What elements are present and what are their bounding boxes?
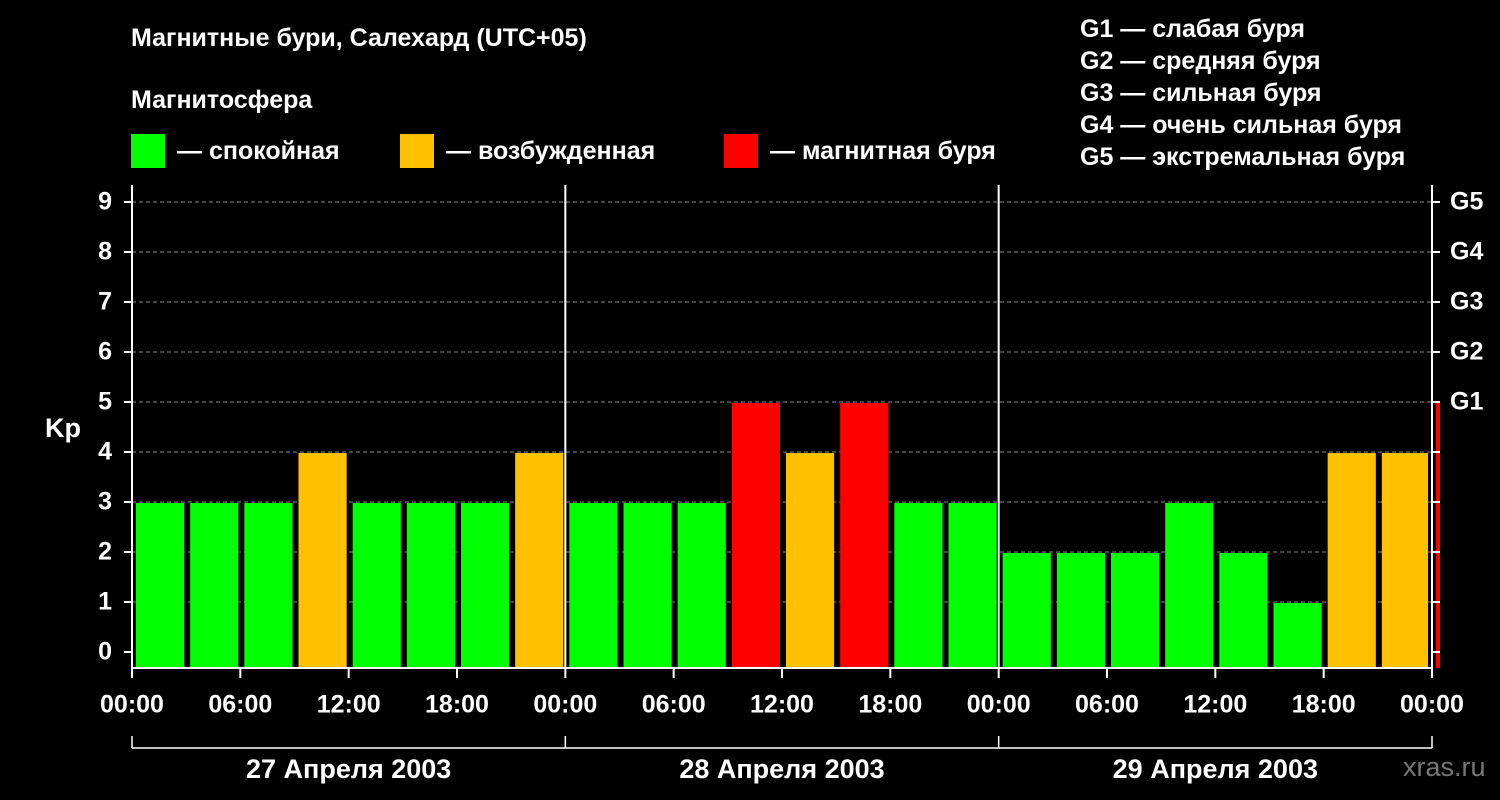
kp-bar [515,453,564,668]
kp-bar [1165,503,1214,668]
x-tick-label: 06:00 [208,691,272,719]
kp-bar [840,403,889,668]
day-label: 28 Апреля 2003 [679,754,884,784]
kp-bar [1436,403,1440,668]
watermark: xras.ru [1403,752,1486,782]
kp-bar [1219,553,1268,668]
y-tick-label: 5 [98,388,112,416]
kp-bar [786,453,835,668]
x-tick-label: 06:00 [642,691,706,719]
y-tick-label: 8 [98,238,112,266]
x-tick-label: 12:00 [1183,691,1247,719]
x-tick-label: 12:00 [750,691,814,719]
x-tick-label: 00:00 [967,691,1031,719]
y-axis-label: Kp [45,413,81,443]
kp-bar [569,503,618,668]
kp-bar [1111,553,1160,668]
g-scale-label: G2 [1450,338,1483,366]
y-tick-label: 0 [98,638,112,666]
y-tick-label: 3 [98,488,112,516]
kp-bar [1381,453,1428,668]
kp-bar [948,503,997,668]
x-tick-label: 18:00 [1292,691,1356,719]
kp-bar [352,503,401,668]
kp-bar [298,453,347,668]
kp-bar [731,403,780,668]
day-label: 29 Апреля 2003 [1113,754,1318,784]
y-tick-label: 1 [98,588,112,616]
g-scale-label: G5 [1450,188,1483,216]
kp-bar [894,503,943,668]
x-tick-label: 18:00 [425,691,489,719]
y-tick-label: 2 [98,538,112,566]
y-tick-label: 9 [98,188,112,216]
kp-bar [1056,553,1105,668]
kp-bar [406,503,455,668]
x-tick-label: 18:00 [858,691,922,719]
kp-bar [136,503,185,668]
kp-chart: 0 1 2 3 4 5 6 7 8 9 G1 G2 G3 G4 G5 Kp 00:00 06:00 12:00 18:… [45,185,1483,784]
kp-bar [677,503,726,668]
kp-bar [623,503,672,668]
kp-bar [1273,603,1322,668]
kp-bar [244,503,293,668]
g-scale-label: G4 [1450,238,1483,266]
y-tick-label: 6 [98,338,112,366]
y-tick-label: 7 [98,288,112,316]
x-tick-label: 00:00 [1400,691,1464,719]
x-tick-label: 12:00 [317,691,381,719]
y-tick-label: 4 [98,438,112,466]
x-tick-label: 00:00 [100,691,164,719]
x-tick-label: 06:00 [1075,691,1139,719]
day-label: 27 Апреля 2003 [246,754,451,784]
kp-bar [461,503,510,668]
kp-bar [1002,553,1051,668]
g-scale-label: G3 [1450,288,1483,316]
kp-bar [1327,453,1376,668]
g-scale-label: G1 [1450,388,1483,416]
x-tick-label: 00:00 [533,691,597,719]
kp-bar [190,503,239,668]
